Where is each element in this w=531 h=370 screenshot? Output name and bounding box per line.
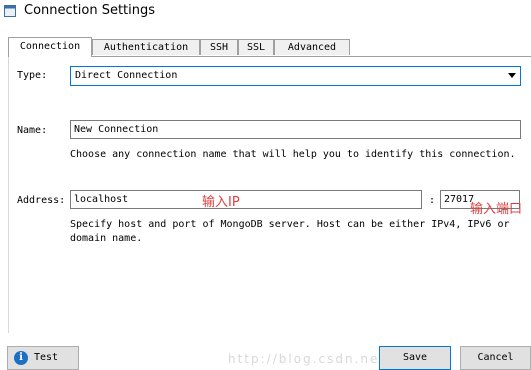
type-selected-value: Direct Connection	[75, 70, 178, 81]
port-annotation: 输入端口	[470, 202, 523, 217]
test-button[interactable]: i Test	[7, 346, 79, 370]
address-separator: :	[429, 195, 436, 206]
save-button[interactable]: Save	[379, 346, 451, 370]
tab-connection[interactable]: Connection	[8, 37, 92, 57]
name-hint: Choose any connection name that will hel…	[70, 149, 516, 160]
type-dropdown[interactable]: Direct Connection	[70, 66, 521, 86]
host-annotation: 输入IP	[202, 195, 240, 210]
tab-ssh[interactable]: SSH	[200, 39, 238, 55]
test-button-label: Test	[34, 352, 59, 363]
title-bar: Connection Settings	[0, 0, 531, 24]
cancel-button[interactable]: Cancel	[460, 346, 531, 370]
name-label: Name:	[17, 125, 48, 136]
chevron-down-icon[interactable]	[508, 73, 516, 78]
name-input[interactable]: New Connection	[70, 120, 521, 139]
host-input[interactable]: localhost	[70, 190, 422, 209]
address-hint-line1: Specify host and port of MongoDB server.…	[70, 219, 510, 230]
app-icon	[4, 5, 16, 17]
tab-ssl[interactable]: SSL	[238, 39, 274, 55]
tab-advanced[interactable]: Advanced	[274, 39, 350, 55]
info-icon: i	[14, 351, 28, 365]
type-label: Type:	[17, 70, 48, 81]
window-title: Connection Settings	[24, 3, 156, 18]
tab-authentication[interactable]: Authentication	[92, 39, 200, 55]
watermark: http://blog.csdn.net/	[228, 352, 393, 366]
address-label: Address:	[17, 195, 66, 206]
address-hint-line2: domain name.	[70, 233, 143, 244]
